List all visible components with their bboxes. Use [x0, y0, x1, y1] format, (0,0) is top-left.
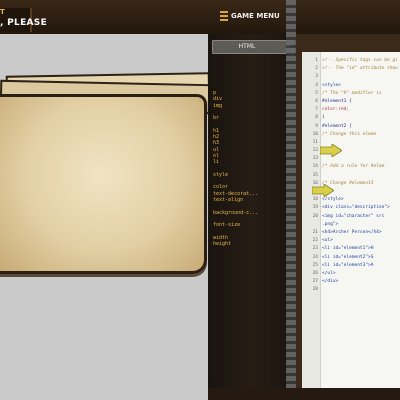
line-number: 18 [312, 197, 318, 203]
code-line[interactable]: 8 } [302, 115, 400, 123]
line-number: 19 [312, 205, 318, 211]
code-text[interactable]: #element1 { [322, 99, 352, 104]
tag-palette: HTML ▾ pdivimgbrh1h2h3ulollistylecolorte… [208, 34, 296, 400]
line-number: 26 [312, 270, 318, 276]
game-menu-label: GAME MENU [231, 12, 280, 20]
code-text[interactable]: #element2 { [322, 124, 352, 129]
code-text[interactable]: <!-- The "id" attribute shou [322, 66, 398, 71]
level-title: , PLEASE [0, 18, 48, 28]
hanging-chain [286, 0, 296, 400]
code-line[interactable]: 26 </ul> [302, 271, 400, 279]
line-number: 6 [315, 98, 318, 104]
code-text[interactable]: .png"> [322, 222, 338, 227]
dropdown-label: HTML [238, 43, 256, 50]
code-text[interactable]: <li id="element2">S [322, 255, 373, 260]
hint-arrow-icon [312, 184, 334, 197]
top-bar: T , PLEASE GAME MENU [0, 0, 400, 34]
title-top-text: T [0, 8, 5, 16]
preview-area [0, 34, 211, 400]
code-text[interactable]: <li id="element3">A [322, 263, 373, 268]
code-line[interactable]: 20 <img id="character" src [302, 214, 400, 222]
line-number: 28 [312, 287, 318, 293]
line-number: 2 [315, 66, 318, 72]
code-text[interactable]: <img id="character" src [322, 214, 384, 219]
code-line[interactable]: 19 <div class="description"> [302, 205, 400, 213]
code-text[interactable]: /* The "#" modifier is [322, 91, 382, 96]
line-number: 14 [312, 164, 318, 170]
code-line[interactable]: 24 <li id="element2">S [302, 255, 400, 263]
line-number: 27 [312, 279, 318, 285]
hamburger-icon [220, 11, 228, 21]
line-number: 22 [312, 238, 318, 244]
code-text[interactable]: /* Add a rule for #elem [322, 164, 384, 169]
code-text[interactable]: </div> [322, 279, 338, 284]
tag-list: p div img br h1 h2 h3 ul ol li style color text-deco… [213, 90, 293, 247]
code-text[interactable]: } [322, 115, 325, 120]
code-lines[interactable]: 1 <!-- Specific tags can be gi 2 <!-- The "… [302, 58, 400, 295]
parchment-panel [0, 94, 207, 274]
line-number: 23 [312, 246, 318, 252]
code-line[interactable]: 4 <style> [302, 83, 400, 91]
code-text[interactable]: <li id="element1">H [322, 246, 373, 251]
code-text[interactable]: </ul> [322, 271, 336, 276]
game-menu-button[interactable]: GAME MENU [220, 8, 280, 24]
line-number: 5 [315, 90, 318, 96]
tag-item[interactable]: height [213, 241, 293, 247]
line-number: 13 [312, 156, 318, 162]
code-line[interactable]: 21 <h4>Archer Person</h4> [302, 230, 400, 238]
line-number: 7 [315, 107, 318, 113]
line-number: 8 [315, 115, 318, 121]
code-text[interactable]: <div class="description"> [322, 205, 390, 210]
hint-arrow-icon [320, 144, 342, 157]
line-number: 3 [315, 74, 318, 80]
code-line[interactable]: 23 <li id="element1">H [302, 246, 400, 254]
wood-floor [208, 388, 400, 400]
language-dropdown[interactable]: HTML ▾ [212, 40, 294, 54]
code-text[interactable]: <style> [322, 83, 341, 88]
line-number: 15 [312, 172, 318, 178]
code-line[interactable]: .png"> [302, 222, 400, 230]
code-line[interactable]: 14 /* Add a rule for #elem [302, 164, 400, 172]
code-line[interactable]: 15 [302, 173, 400, 181]
code-text[interactable]: /* Change this eleme [322, 132, 376, 137]
line-number: 24 [312, 254, 318, 260]
code-text[interactable]: <h4>Archer Person</h4> [322, 230, 382, 235]
code-text[interactable]: <!-- Specific tags can be gi [322, 58, 398, 63]
code-line[interactable]: 11 [302, 140, 400, 148]
code-text[interactable]: <ul> [322, 238, 333, 243]
line-number: 20 [312, 213, 318, 219]
code-line[interactable]: 28 [302, 287, 400, 295]
line-number: 12 [312, 148, 318, 154]
line-number: 25 [312, 262, 318, 268]
line-number: 10 [312, 131, 318, 137]
code-line[interactable]: 3 [302, 74, 400, 82]
line-number: 11 [312, 139, 318, 145]
code-line[interactable]: 9 #element2 { [302, 124, 400, 132]
line-number: 21 [312, 229, 318, 235]
code-line[interactable]: 5 /* The "#" modifier is [302, 91, 400, 99]
code-text[interactable]: color:red; [322, 107, 349, 112]
line-number: 1 [315, 58, 318, 63]
code-line[interactable]: 10 /* Change this eleme [302, 132, 400, 140]
code-line[interactable]: 25 <li id="element3">A [302, 263, 400, 271]
code-line[interactable]: 1 <!-- Specific tags can be gi [302, 58, 400, 66]
line-number: 9 [315, 123, 318, 129]
code-line[interactable]: 6 #element1 { [302, 99, 400, 107]
line-number: 4 [315, 82, 318, 88]
code-text[interactable]: </style> [322, 197, 344, 202]
